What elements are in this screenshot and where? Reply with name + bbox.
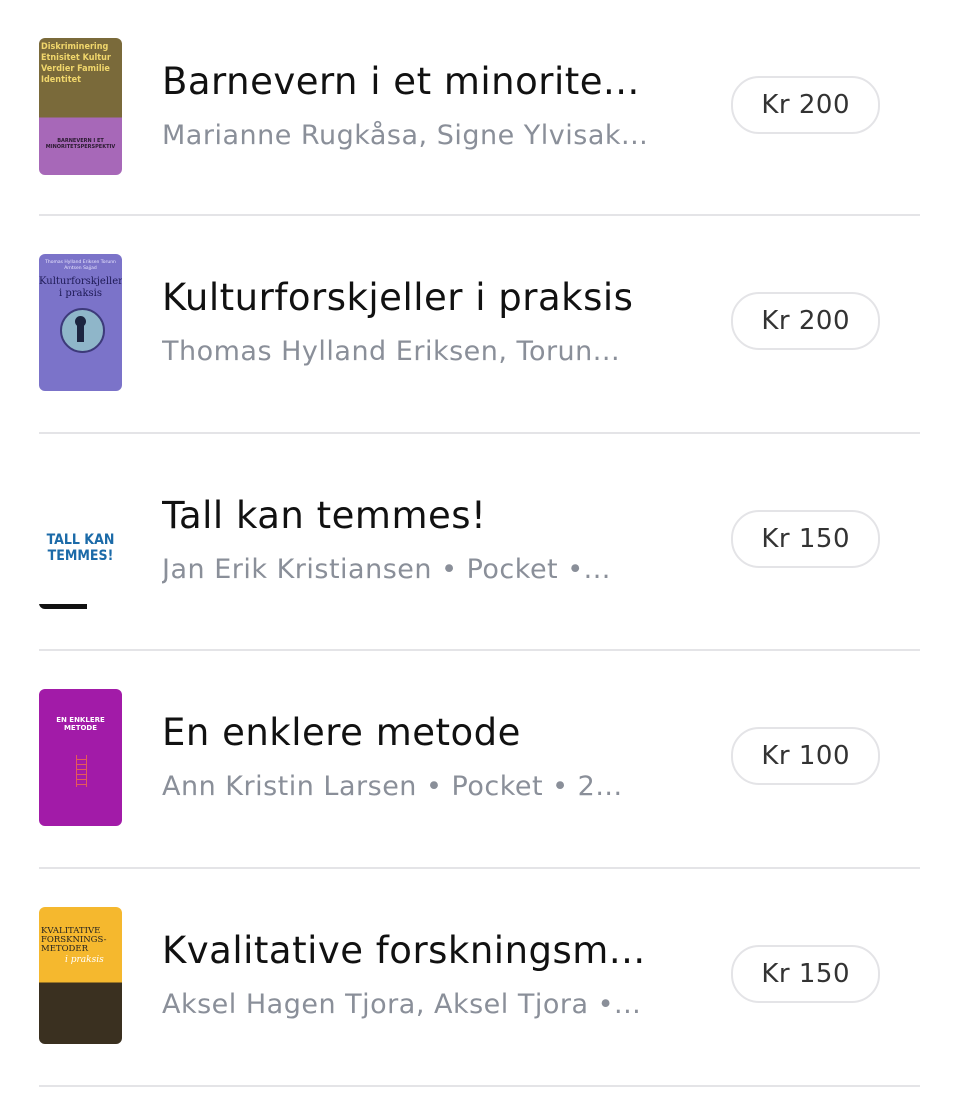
ladder-icon [76,755,87,787]
list-item[interactable]: EN ENKLERE METODE En enklere metode Ann … [39,651,920,869]
book-title: Kulturforskjeller i praksis [162,276,634,319]
keyhole-bottom [77,324,84,342]
cover-title: KVALITATIVE FORSKNINGS- METODER [41,926,107,954]
cover-bar [39,604,87,609]
book-subtitle: Aksel Hagen Tjora, Aksel Tjora •... [162,989,642,1020]
book-cover[interactable]: KVALITATIVE FORSKNINGS- METODER i praksi… [39,907,122,1044]
book-title: Kvalitative forskningsm... [162,929,646,972]
book-subtitle: Marianne Rugkåsa, Signe Ylvisak... [162,120,649,151]
list-item[interactable]: TALL KAN TEMMES! Tall kan temmes! Jan Er… [39,434,920,651]
book-title: En enklere metode [162,711,521,754]
cover-title: EN ENKLERE METODE [56,716,105,732]
price-button[interactable]: Kr 200 [731,76,880,134]
price-button[interactable]: Kr 150 [731,510,880,568]
book-cover[interactable]: EN ENKLERE METODE [39,689,122,826]
cover-subtitle: i praksis [65,955,104,965]
book-title: Barnevern i et minorite... [162,60,640,103]
book-list: Diskriminering Etnisitet Kultur Verdier … [39,0,920,1087]
book-subtitle: Jan Erik Kristiansen • Pocket •... [162,554,611,585]
book-subtitle: Ann Kristin Larsen • Pocket • 2... [162,771,623,802]
cover-title: Kulturforskjeller i praksis [39,276,122,299]
book-title: Tall kan temmes! [162,494,487,537]
cover-title: BARNEVERN I ET MINORITETSPERSPEKTIV [45,138,116,150]
price-button[interactable]: Kr 200 [731,292,880,350]
book-cover[interactable]: TALL KAN TEMMES! [39,472,122,609]
list-item[interactable]: Diskriminering Etnisitet Kultur Verdier … [39,0,920,216]
book-cover[interactable]: Thomas Hylland Eriksen Torunn Arntsen Sa… [39,254,122,391]
price-button[interactable]: Kr 150 [731,945,880,1003]
book-subtitle: Thomas Hylland Eriksen, Torun... [162,336,621,367]
book-cover[interactable]: Diskriminering Etnisitet Kultur Verdier … [39,38,122,175]
cover-text: Diskriminering Etnisitet Kultur Verdier … [41,42,111,85]
cover-authors: Thomas Hylland Eriksen Torunn Arntsen Sa… [45,260,116,271]
price-button[interactable]: Kr 100 [731,727,880,785]
list-item[interactable]: KVALITATIVE FORSKNINGS- METODER i praksi… [39,869,920,1087]
list-item[interactable]: Thomas Hylland Eriksen Torunn Arntsen Sa… [39,216,920,434]
cover-title: TALL KAN TEMMES! [46,532,115,564]
